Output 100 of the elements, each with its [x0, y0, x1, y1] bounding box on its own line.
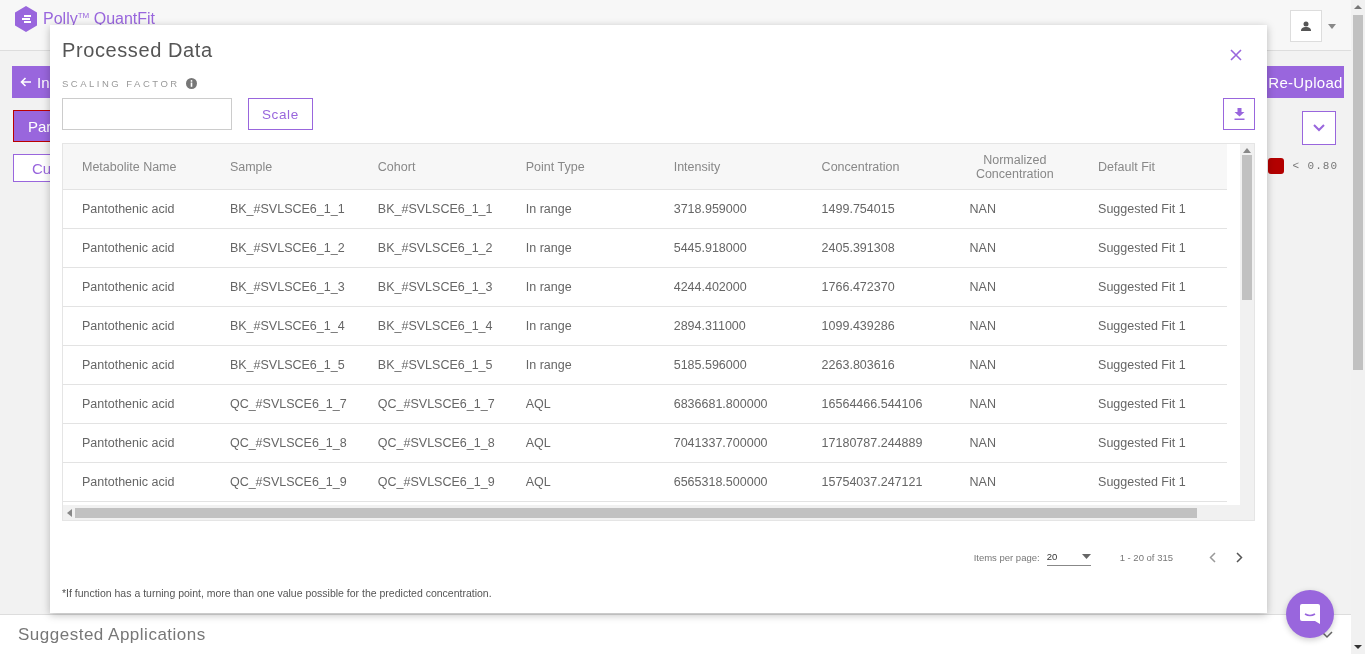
table-cell: In range — [525, 358, 572, 372]
table-cell: 6836681.800000 — [673, 397, 768, 411]
legend-label: < 0.80 — [1292, 160, 1338, 172]
table-cell: 5445.918000 — [673, 241, 747, 255]
table-cell: In range — [525, 319, 572, 333]
field-label: SCALING FACTOR — [62, 77, 180, 89]
primary-button[interactable]: Par — [13, 110, 51, 142]
info-icon[interactable] — [185, 77, 197, 89]
table-cell: QC_#SVLSCE6_1_7 — [229, 397, 347, 411]
table-cell: Suggested Fit 1 — [1098, 397, 1186, 411]
column-header[interactable]: Cohort — [358, 144, 507, 190]
table-cell: Pantothenic acid — [82, 436, 175, 450]
table-cell: AQL — [525, 475, 551, 489]
dialog-title: Processed Data — [62, 39, 213, 62]
table-cell: AQL — [525, 397, 551, 411]
table-cell: QC_#SVLSCE6_1_9 — [229, 475, 347, 489]
caret-icon[interactable] — [1328, 23, 1336, 29]
chevron-right-icon[interactable] — [1236, 551, 1243, 563]
table-cell: NAN — [969, 241, 996, 255]
back-button[interactable]: In — [12, 66, 50, 98]
user-avatar-button[interactable] — [1290, 10, 1322, 42]
arrow-left-icon — [20, 77, 31, 87]
caret-icon — [1081, 554, 1091, 559]
table-cell: BK_#SVLSCE6_1_1 — [377, 202, 493, 216]
table-cell: Pantothenic acid — [82, 280, 175, 294]
expand-button[interactable] — [1302, 111, 1336, 145]
table-cell: 6565318.500000 — [673, 475, 768, 489]
table-cell: Suggested Fit 1 — [1098, 358, 1186, 372]
chevron-down-icon — [1313, 124, 1325, 132]
footnote: *If function has a turning point, more than one value possible for the predicted concentration. — [62, 587, 493, 599]
items-per-page-select[interactable]: 20 — [1046, 548, 1091, 566]
close-icon[interactable] — [1230, 49, 1242, 61]
table-cell: BK_#SVLSCE6_1_4 — [229, 319, 345, 333]
table-cell: BK_#SVLSCE6_1_5 — [229, 358, 345, 372]
table-cell: QC_#SVLSCE6_1_8 — [377, 436, 495, 450]
section-title: Suggested Applications — [18, 624, 206, 645]
table-cell: NAN — [969, 358, 996, 372]
table-cell: 5185.596000 — [673, 358, 747, 372]
scaling-factor-field[interactable] — [62, 98, 232, 130]
table-cell: 1766.472370 — [821, 280, 895, 294]
table-cell: 2894.311000 — [673, 319, 746, 333]
horizontal-scrollbar[interactable] — [63, 505, 1254, 520]
table-cell: In range — [525, 202, 572, 216]
table-cell: QC_#SVLSCE6_1_9 — [377, 475, 495, 489]
table-cell: BK_#SVLSCE6_1_3 — [377, 280, 493, 294]
table-cell: NAN — [969, 436, 996, 450]
column-header[interactable]: Point Type — [506, 144, 655, 190]
re-upload-button[interactable]: Re-Upload — [1267, 66, 1344, 98]
table-cell: 4244.402000 — [673, 280, 747, 294]
logo-icon — [15, 6, 37, 32]
table-cell: Suggested Fit 1 — [1098, 280, 1186, 294]
table-cell: QC_#SVLSCE6_1_8 — [229, 436, 347, 450]
items-per-page-label: Items per page: — [973, 551, 1040, 563]
table-cell: NAN — [969, 280, 996, 294]
column-header[interactable]: Default Fit — [1079, 144, 1227, 190]
scroll-left-icon[interactable] — [67, 508, 72, 517]
chevron-left-icon[interactable] — [1209, 551, 1216, 563]
table-cell: Pantothenic acid — [82, 202, 175, 216]
outline-button[interactable]: Cu — [13, 154, 51, 182]
table-cell: In range — [525, 280, 572, 294]
table-cell: NAN — [969, 475, 996, 489]
table-cell: 1099.439286 — [821, 319, 895, 333]
chevron-down-icon[interactable] — [1321, 630, 1333, 639]
table-cell: BK_#SVLSCE6_1_2 — [377, 241, 493, 255]
table-cell: Pantothenic acid — [82, 397, 175, 411]
scale-button[interactable]: Scale — [248, 98, 313, 130]
table-cell: Suggested Fit 1 — [1098, 475, 1186, 489]
table-cell: 16564466.544106 — [821, 397, 923, 411]
table-cell: BK_#SVLSCE6_1_3 — [229, 280, 345, 294]
table-cell: NAN — [969, 397, 996, 411]
table-cell: AQL — [525, 436, 551, 450]
table-cell: Suggested Fit 1 — [1098, 436, 1186, 450]
page-range: 1 - 20 of 315 — [1119, 551, 1173, 563]
table-cell: Pantothenic acid — [82, 319, 175, 333]
table-cell: Suggested Fit 1 — [1098, 202, 1186, 216]
table-cell: 7041337.700000 — [673, 436, 768, 450]
table-cell: Pantothenic acid — [82, 358, 175, 372]
chat-button[interactable] — [1286, 590, 1334, 638]
column-header[interactable]: Normalized Concentration — [950, 144, 1080, 190]
vertical-scrollbar[interactable] — [1240, 144, 1254, 505]
column-header[interactable]: Intensity — [654, 144, 803, 190]
column-header[interactable]: Metabolite Name — [63, 144, 211, 190]
download-button[interactable] — [1223, 98, 1255, 130]
scroll-up-icon[interactable] — [1243, 148, 1251, 153]
table-cell: NAN — [969, 319, 996, 333]
table-cell: 3718.959000 — [673, 202, 747, 216]
chat-icon — [1299, 603, 1321, 625]
table-cell: Pantothenic acid — [82, 241, 175, 255]
table-cell: BK_#SVLSCE6_1_1 — [229, 202, 345, 216]
user-icon — [1300, 21, 1312, 31]
table-cell: In range — [525, 241, 572, 255]
table-cell: 2405.391308 — [821, 241, 895, 255]
table-cell: 1499.754015 — [821, 202, 895, 216]
table-cell: Suggested Fit 1 — [1098, 319, 1186, 333]
column-header[interactable]: Sample — [210, 144, 359, 190]
table-cell: NAN — [969, 202, 996, 216]
table-cell: BK_#SVLSCE6_1_4 — [377, 319, 493, 333]
column-header[interactable]: Concentration — [802, 144, 951, 190]
table-cell: Suggested Fit 1 — [1098, 241, 1186, 255]
table-cell: QC_#SVLSCE6_1_7 — [377, 397, 495, 411]
